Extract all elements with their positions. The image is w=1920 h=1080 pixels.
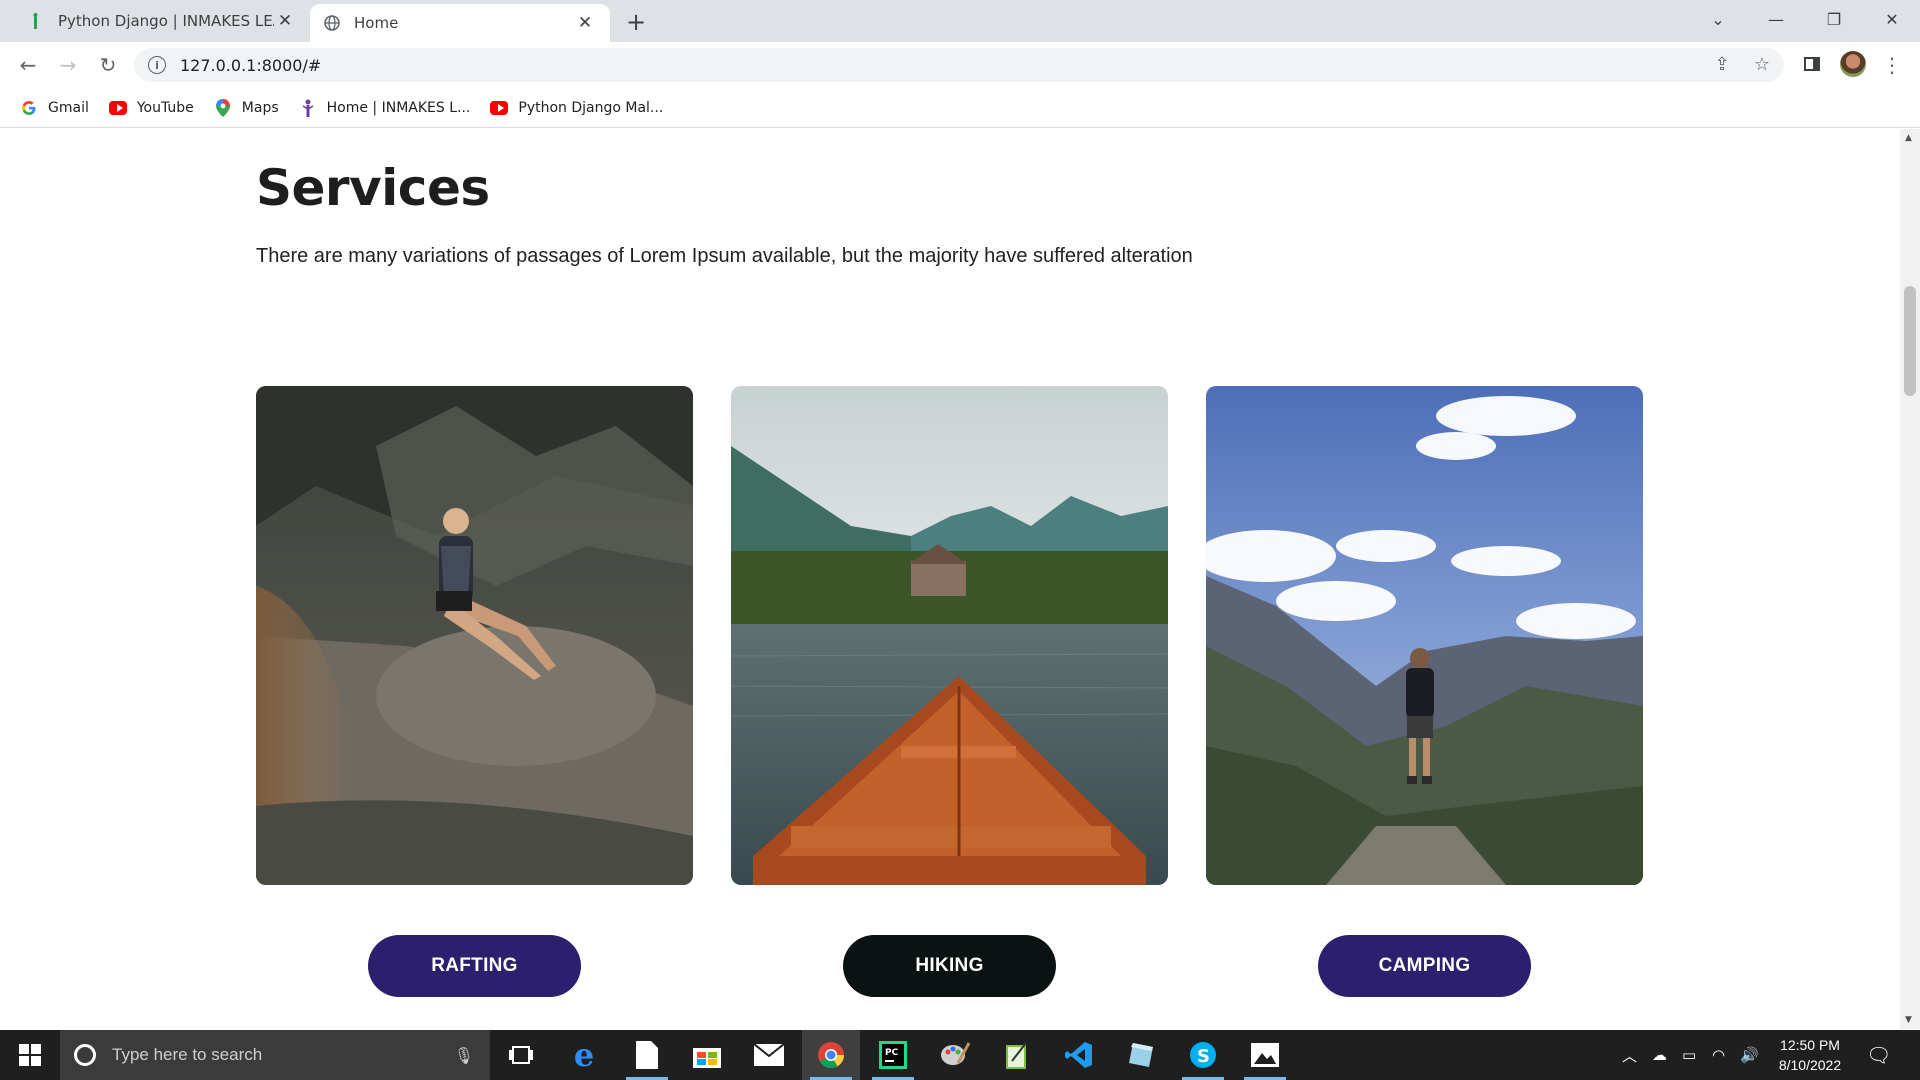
close-tab-icon[interactable]: ✕	[574, 12, 596, 34]
youtube-icon	[490, 100, 509, 115]
google-icon	[20, 100, 38, 115]
wifi-icon[interactable]: ◠	[1712, 1030, 1725, 1080]
chrome-icon[interactable]	[802, 1030, 860, 1080]
scroll-up-arrow-icon[interactable]: ▲	[1905, 133, 1912, 143]
service-image-rafting	[256, 386, 693, 885]
pycharm-icon[interactable]: PC	[864, 1030, 922, 1080]
inmakes-icon	[299, 99, 317, 117]
azure-data-studio-icon[interactable]	[1112, 1030, 1170, 1080]
camping-button[interactable]: CAMPING	[1318, 935, 1531, 997]
windows-start-icon[interactable]	[0, 1030, 60, 1080]
tab-python-django[interactable]: Python Django | INMAKES LEARN ✕	[14, 0, 310, 42]
restore-icon[interactable]: ❐	[1806, 0, 1862, 38]
services-heading: Services	[256, 159, 490, 217]
bookmark-youtube[interactable]: YouTube	[108, 99, 194, 116]
edge-icon[interactable]: e	[555, 1030, 613, 1080]
site-info-icon[interactable]: i	[148, 56, 166, 74]
notifications-icon[interactable]: 🗨	[1866, 1030, 1891, 1080]
url-text[interactable]: 127.0.0.1:8000/#	[180, 56, 321, 75]
cortana-icon	[74, 1044, 96, 1066]
new-tab-plus-icon[interactable]: +	[620, 7, 652, 37]
tab-home[interactable]: Home ✕	[310, 4, 610, 42]
svg-text:PC: PC	[885, 1048, 899, 1058]
bookmarks-bar: Gmail YouTube Maps Home | INMAKES L... P…	[0, 88, 1920, 128]
file-icon[interactable]	[618, 1030, 676, 1080]
tab-title: Home	[354, 14, 399, 32]
profile-avatar[interactable]	[1840, 51, 1866, 77]
share-icon[interactable]: ⇪	[1708, 50, 1736, 78]
bookmark-label: Home | INMAKES L...	[326, 99, 471, 116]
store-icon[interactable]	[678, 1030, 736, 1080]
clock-date: 8/10/2022	[1778, 1057, 1842, 1073]
bookmark-label: YouTube	[136, 99, 194, 116]
volume-icon[interactable]: 🔊	[1740, 1030, 1759, 1080]
page-scrollbar[interactable]: ▲ ▼	[1900, 129, 1920, 1029]
search-placeholder: Type here to search	[112, 1045, 263, 1064]
battery-icon[interactable]: ▭	[1682, 1030, 1696, 1080]
side-panel-icon[interactable]	[1798, 50, 1826, 78]
bookmark-label: Python Django Mal...	[518, 99, 664, 116]
page-viewport: Services There are many variations of pa…	[0, 129, 1900, 1029]
windows-taskbar: Type here to search 🎙 e PC S ︿ ☁ ▭ ◠ 🔊 1…	[0, 1030, 1920, 1080]
minimize-icon[interactable]: —	[1748, 0, 1804, 38]
menu-kebab-icon[interactable]: ⋮	[1880, 50, 1904, 80]
browser-toolbar: ← → ↻ i 127.0.0.1:8000/# ⇪ ☆ ⋮	[0, 42, 1920, 88]
onedrive-cloud-icon[interactable]: ☁	[1652, 1030, 1667, 1080]
back-arrow-icon[interactable]: ←	[12, 49, 44, 81]
youtube-icon	[108, 100, 127, 115]
svg-text:S: S	[1197, 1046, 1210, 1067]
service-image-hiking	[731, 386, 1168, 885]
scrollbar-thumb[interactable]	[1904, 286, 1916, 396]
browser-tab-strip: Python Django | INMAKES LEARN ✕ Home ✕ +…	[0, 0, 1920, 42]
service-image-camping	[1206, 386, 1643, 885]
close-tab-icon[interactable]: ✕	[274, 10, 296, 32]
taskbar-clock[interactable]: 12:50 PM 8/10/2022	[1768, 1035, 1852, 1075]
services-description: There are many variations of passages of…	[256, 245, 1193, 267]
scroll-down-arrow-icon[interactable]: ▼	[1905, 1015, 1912, 1025]
rafting-button[interactable]: RAFTING	[368, 935, 581, 997]
close-window-icon[interactable]: ✕	[1864, 0, 1920, 38]
photos-icon[interactable]	[1236, 1030, 1294, 1080]
show-hidden-icons-chevron-up-icon[interactable]: ︿	[1622, 1030, 1637, 1080]
bookmark-label: Maps	[241, 99, 279, 116]
tab-search-chevron-down-icon[interactable]: ⌄	[1690, 0, 1746, 38]
hiking-button[interactable]: HIKING	[843, 935, 1056, 997]
globe-icon	[324, 15, 340, 31]
taskbar-search[interactable]: Type here to search 🎙	[60, 1030, 490, 1080]
notepad-icon[interactable]	[988, 1030, 1046, 1080]
tab-title: Python Django | INMAKES LEARN	[58, 12, 274, 30]
forward-arrow-icon[interactable]: →	[52, 49, 84, 81]
vscode-icon[interactable]	[1050, 1030, 1108, 1080]
paint-icon[interactable]	[926, 1030, 984, 1080]
clock-time: 12:50 PM	[1780, 1037, 1840, 1053]
bookmark-maps[interactable]: Maps	[214, 98, 279, 117]
bookmark-gmail[interactable]: Gmail	[20, 100, 89, 116]
skype-icon[interactable]: S	[1174, 1030, 1232, 1080]
microphone-icon[interactable]: 🎙	[454, 1046, 474, 1065]
bookmark-star-icon[interactable]: ☆	[1748, 50, 1776, 78]
bookmark-python-django-youtube[interactable]: Python Django Mal...	[490, 100, 663, 116]
mail-icon[interactable]	[740, 1030, 798, 1080]
bookmark-label: Gmail	[48, 99, 89, 116]
reload-icon[interactable]: ↻	[92, 49, 124, 81]
task-view-icon[interactable]	[492, 1030, 550, 1080]
inmakes-favicon-icon	[28, 13, 44, 29]
maps-icon	[214, 98, 232, 117]
bookmark-inmakes-home[interactable]: Home | INMAKES L...	[299, 99, 471, 117]
address-bar[interactable]: i 127.0.0.1:8000/#	[134, 48, 1784, 82]
